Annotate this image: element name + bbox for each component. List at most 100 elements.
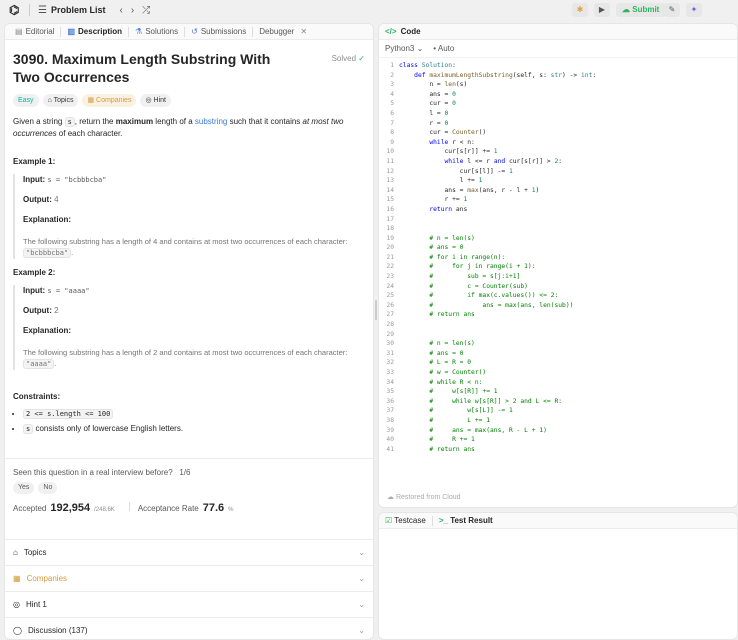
accordion-companies[interactable]: ▦ Companies ⌄ [5,565,373,591]
tab-label: Solutions [145,26,179,36]
line-number: 9 [390,138,394,146]
code-text: # while R < n: [429,378,483,386]
list-icon[interactable]: ☰ [38,5,47,16]
language-select[interactable]: Python3 ⌄ [385,44,423,53]
code-line: 8 cur = Counter() [379,128,737,138]
chip-label: Companies [96,97,132,104]
label: Output: [23,306,52,315]
hint-chip[interactable]: ◎ Hint [140,94,171,107]
chevron-down-icon: ⌄ [358,626,365,635]
code-text: r = 0 [399,119,449,127]
example-2-heading: Example 2: [13,268,56,277]
line-number: 36 [386,397,394,405]
code-text: while r < n: [429,138,475,146]
notes-icon[interactable]: ✎ [664,3,680,17]
tab-label: Description [78,26,123,36]
ai-sparkle-icon[interactable]: ✦ [686,3,702,17]
code-line: 2 def maximumLengthSubstring(self, s: st… [379,71,737,81]
panel-resize-handle[interactable] [375,300,377,320]
code-line: 15 r += 1 [379,195,737,205]
inline-code: 2 <= s.length <= 100 [23,409,114,419]
code-title: Code [400,27,421,36]
chevron-left-icon[interactable]: ‹ [119,5,122,16]
test-tabs: ☑ Testcase >_ Test Result [379,513,737,529]
accordion-discussion[interactable]: ◯ Discussion (137) ⌄ [5,617,373,639]
code-text: ans = 0 [399,90,456,98]
example-explanation: The following substring has a length of … [23,237,348,246]
topics-chip[interactable]: ⌂ Topics [42,94,79,107]
line-number: 2 [390,71,394,79]
tab-editorial[interactable]: ▤ Editorial [9,24,60,40]
line-number: 26 [386,301,394,309]
substring-link[interactable]: substring [195,117,227,126]
code-line: 26 # ans = max(ans, len(sub)) [379,301,737,311]
code-text: # sub = s[j:i+1] [429,273,521,281]
debug-icon[interactable]: ✱ [572,3,588,17]
code-line: 18 [379,224,737,234]
example-explanation: The following substring has a length of … [23,348,348,357]
shuffle-icon[interactable]: ⤮ [142,5,150,16]
label: Input: [23,286,46,295]
code-text: l += 1 [399,177,483,185]
auto-label: Auto [437,44,455,53]
no-button[interactable]: No [38,482,58,494]
auto-toggle[interactable]: • Auto [433,44,454,53]
text-bold: maximum [115,117,154,126]
tab-solutions[interactable]: ⚗ Solutions [129,24,184,40]
code-line: 34 # while R < n: [379,378,737,388]
code-line: 4 ans = 0 [379,90,737,100]
code-line: 14 ans = max(ans, r - l + 1) [379,186,737,196]
checkbox-icon: ☑ [385,516,393,525]
line-number: 3 [390,81,394,89]
accordion-topics[interactable]: ⌂ Topics ⌄ [5,539,373,565]
accordion-hint[interactable]: ◎ Hint 1 ⌄ [5,591,373,617]
code-line: 1 class Solution: [379,61,737,71]
code-text: def maximumLengthSubstring(self, s: str)… [414,71,597,79]
leetcode-logo-icon[interactable]: ⌬ [9,3,21,17]
tab-test-result[interactable]: >_ Test Result [439,516,493,525]
divider [128,502,130,511]
line-number: 18 [386,225,394,233]
cloud-icon: ☁ [387,494,394,501]
flask-icon: ⚗ [135,26,143,36]
building-icon: ▦ [13,574,21,583]
divider [431,515,433,526]
chevron-right-icon[interactable]: › [131,5,134,16]
text: Given a string [13,117,65,126]
restored-label: Restored from Cloud [395,494,461,501]
language-label: Python3 [385,44,415,53]
label: Accepted [13,504,47,513]
code-line: 16 return ans [379,205,737,215]
code-text: while l <= r and cur[s[r]] > 2: [444,157,563,165]
tab-label: Debugger [259,26,295,36]
code-line: 13 l += 1 [379,176,737,186]
tab-testcase[interactable]: ☑ Testcase [385,516,426,525]
submit-button[interactable]: ☁ Submit [616,3,666,17]
line-number: 10 [386,148,394,156]
line-number: 40 [386,436,394,444]
tab-description[interactable]: ▥ Description [61,24,128,40]
line-number: 28 [386,321,394,329]
companies-chip[interactable]: ▦ Companies [82,94,137,107]
code-text: r += 1 [399,196,468,204]
code-line: 37 # w[s[L]] -= 1 [379,406,737,416]
code-line: 35 # w[s[R]] += 1 [379,387,737,397]
tab-debugger[interactable]: Debugger ✕ [253,24,313,40]
code-line: 32 # L = R = 0 [379,358,737,368]
code-editor[interactable]: 1 class Solution: 2 def maximumLengthSubst… [379,58,737,454]
line-number: 6 [390,109,394,117]
tab-submissions[interactable]: ↺ Submissions [185,24,252,40]
code-text: # while w[s[R]] > 2 and L <= R: [429,397,563,405]
yes-button[interactable]: Yes [13,482,35,494]
code-text: # c = Counter(sub) [429,282,528,290]
line-number: 14 [386,186,394,194]
code-text: return ans [429,205,468,213]
line-number: 30 [386,340,394,348]
close-icon[interactable]: ✕ [300,24,307,40]
problem-list-link[interactable]: Problem List [51,5,106,15]
accordion-label: Companies [26,574,68,583]
constraints-list: 2 <= s.length <= 100 s consists only of … [13,409,365,434]
code-line: 25 # if max(c.values()) <= 2: [379,291,737,301]
description-panel: ▤ Editorial ▥ Description ⚗ Solutions ↺ Subm… [4,23,374,640]
run-button[interactable]: ▶ [594,3,610,17]
